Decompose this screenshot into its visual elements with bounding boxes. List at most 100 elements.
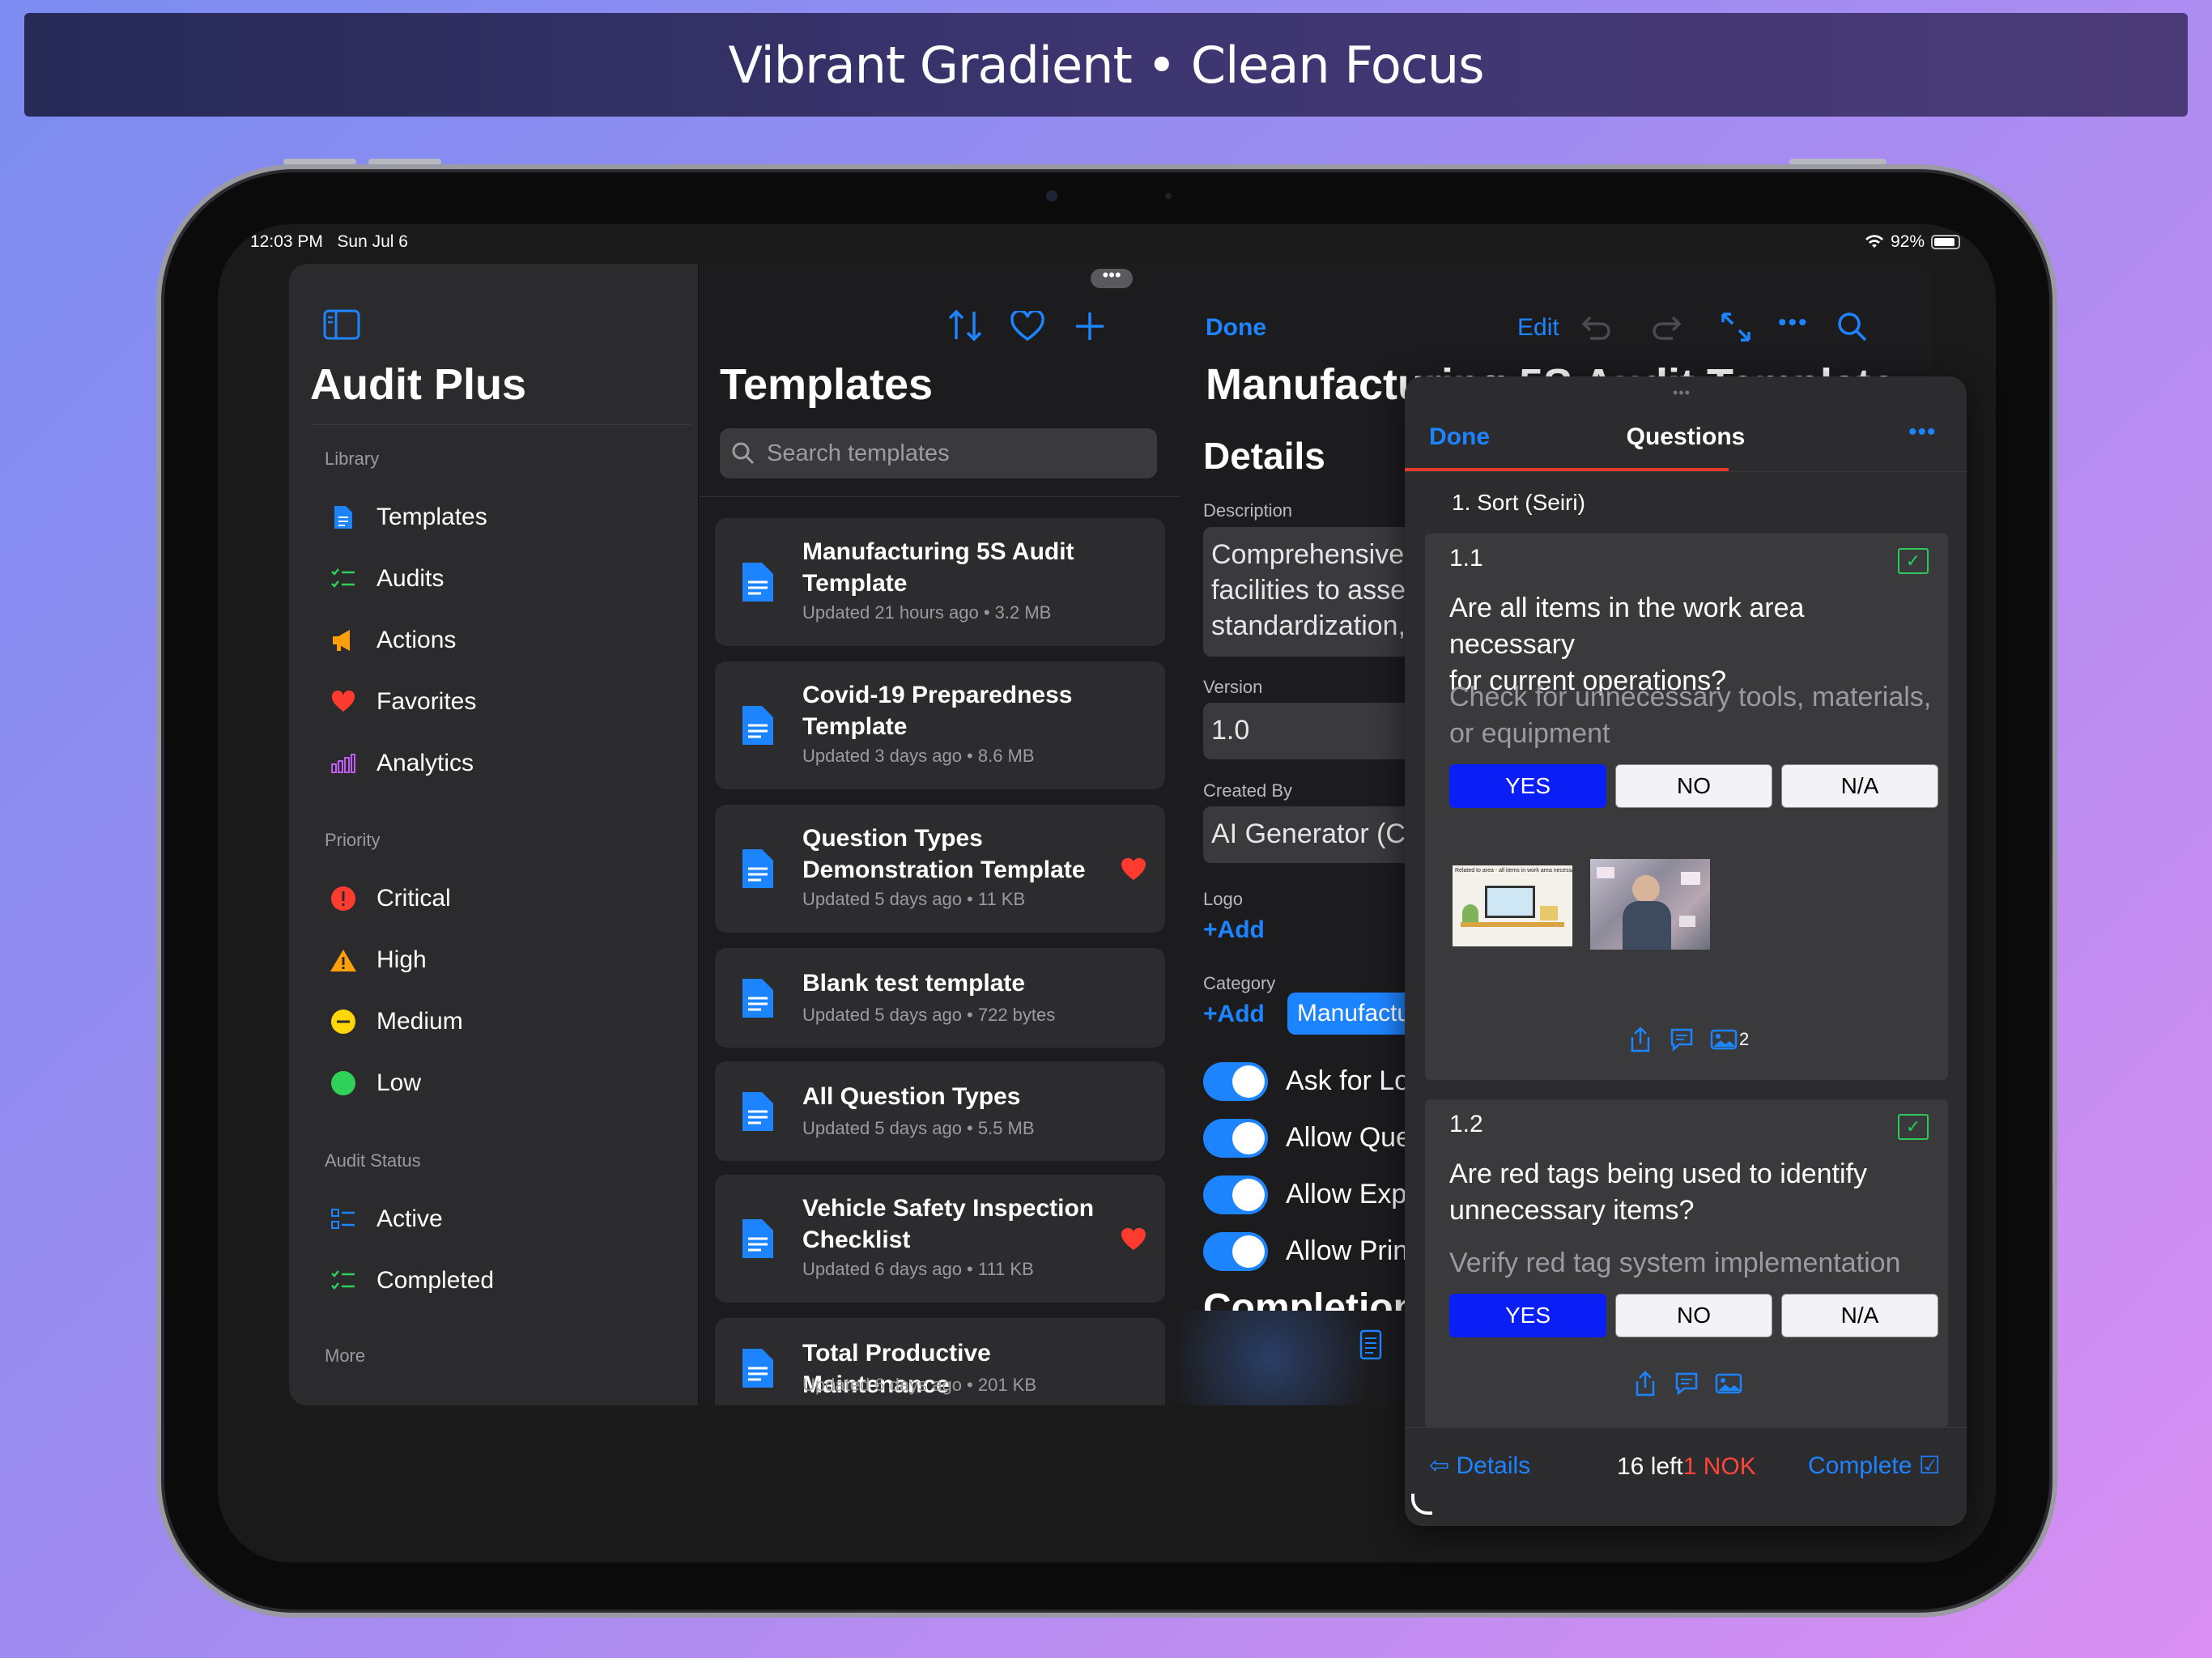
checklist-icon [331,568,355,588]
sidebar-item-critical[interactable]: Critical [330,874,670,923]
sidebar-item-completed[interactable]: Completed [330,1256,670,1305]
photo-icon[interactable] [1710,1028,1738,1051]
attached-photo-diagram[interactable]: Related to area - all items in work area… [1453,865,1572,946]
app-title: Audit Plus [310,360,526,409]
toggle-switch[interactable] [1203,1232,1268,1271]
divider [310,424,691,425]
sidebar-item-high[interactable]: High [330,936,670,984]
more-handle[interactable]: ••• [1091,266,1133,288]
expand-icon[interactable] [1720,311,1752,343]
redo-icon[interactable] [1652,312,1684,342]
toggle-label: Allow Que [1286,1122,1411,1153]
wifi-icon [1865,235,1883,248]
search-icon[interactable] [1836,311,1869,343]
checkbox-checked-icon[interactable]: ✓ [1898,1114,1929,1140]
answer-no-button[interactable]: NO [1615,1294,1772,1337]
hint-line: Check for unnecessary tools, materials, [1449,682,1932,712]
template-card[interactable]: All Question Types Updated 5 days ago • … [715,1061,1165,1161]
answer-na-button[interactable]: N/A [1781,1294,1938,1337]
undo-icon[interactable] [1579,312,1611,342]
search-icon [732,442,755,465]
answer-yes-button[interactable]: YES [1449,764,1606,808]
answer-yes-button[interactable]: YES [1449,1294,1606,1337]
panel-grabber[interactable]: ••• [1673,385,1691,402]
question-card[interactable]: 1.1 ✓ Are all items in the work area nec… [1425,534,1948,1080]
notes-icon[interactable] [1359,1329,1383,1361]
battery-percent: 92% [1890,232,1925,251]
answer-no-button[interactable]: NO [1615,764,1772,808]
resize-handle[interactable] [1411,1494,1432,1515]
answer-na-button[interactable]: N/A [1781,764,1938,808]
share-icon[interactable] [1629,1026,1652,1053]
sidebar-item-templates[interactable]: Templates [330,493,670,542]
logo-label: Logo [1203,889,1243,909]
search-input[interactable]: Search templates [720,428,1157,478]
question-hint: Verify red tag system implementation [1449,1245,1935,1282]
sidebar-item-medium[interactable]: Medium [330,997,670,1046]
question-number: 1.2 [1449,1111,1483,1137]
divider [1405,1427,1967,1428]
nok-count: 1 NOK [1682,1453,1756,1480]
template-card[interactable]: Covid-19 Preparedness Template Updated 3… [715,661,1165,789]
edit-button[interactable]: Edit [1517,314,1559,342]
toggle-switch[interactable] [1203,1175,1268,1214]
front-camera [1046,190,1057,202]
template-card[interactable]: Blank test template Updated 5 days ago •… [715,948,1165,1048]
question-number: 1.1 [1449,545,1483,572]
template-card[interactable]: Question Types Demonstration Template Up… [715,805,1165,933]
checklist-icon [331,1270,355,1290]
heart-outline-icon[interactable] [1010,311,1045,342]
toggle-switch[interactable] [1203,1119,1268,1158]
sidebar-item-label: Templates [376,504,487,530]
section-details: Details [1203,435,1325,477]
share-icon[interactable] [1634,1370,1657,1397]
version-label: Version [1203,677,1263,697]
question-card[interactable]: 1.2 ✓ Are red tags being used to identif… [1425,1099,1948,1427]
add-category-button[interactable]: +Add [1203,1001,1265,1028]
more-icon[interactable]: ••• [1908,419,1937,446]
question-line: Are all items in the work area necessary [1449,593,1805,660]
questions-panel: ••• Done Questions ••• 1. Sort (Seiri) 1… [1405,376,1967,1526]
sidebar-item-active[interactable]: Active [330,1195,670,1244]
template-card[interactable]: Manufacturing 5S Audit Template Updated … [715,518,1165,646]
sort-icon[interactable] [946,308,985,342]
add-logo-button[interactable]: +Add [1203,916,1265,944]
favorite-heart-icon[interactable] [1120,856,1147,882]
comment-icon[interactable] [1674,1371,1699,1396]
plus-icon[interactable] [1074,311,1105,342]
complete-button[interactable]: Complete ☑ [1808,1452,1941,1480]
template-card[interactable]: Vehicle Safety Inspection Checklist Upda… [715,1175,1165,1303]
battery-icon [1931,235,1960,249]
template-title: Question Types Demonstration Template [802,825,1086,883]
comment-icon[interactable] [1670,1027,1694,1052]
checkbox-checked-icon[interactable]: ✓ [1898,548,1929,574]
template-meta: Updated 5 days ago • 11 KB [802,889,1026,909]
template-title: Blank test template [802,970,1026,997]
photo-icon[interactable] [1715,1372,1742,1395]
more-icon[interactable]: ••• [1778,309,1809,337]
sidebar-toggle-icon[interactable] [323,309,360,340]
toggle-label: Ask for Lo [1286,1065,1410,1096]
toggle-label: Allow Prin [1286,1235,1409,1266]
sidebar-item-analytics[interactable]: Analytics [330,739,670,788]
sidebar-item-label: Medium [376,1008,463,1035]
template-card[interactable]: Total Productive Maintenance Updated 6 d… [715,1318,1165,1405]
search-placeholder: Search templates [767,440,950,466]
document-icon [742,1219,773,1258]
sidebar-item-low[interactable]: Low [330,1059,670,1107]
sidebar-item-label: Favorites [376,688,477,715]
sidebar-item-audits[interactable]: Audits [330,555,670,603]
attached-photo[interactable] [1590,859,1710,950]
sidebar-item-actions[interactable]: Actions [330,616,670,665]
toggle-switch[interactable] [1203,1062,1268,1101]
bar-chart-icon [331,754,355,773]
description-line: standardization, [1211,610,1406,641]
favorite-heart-icon[interactable] [1120,1226,1147,1252]
status-right: 92% [1865,232,1960,252]
sidebar-item-favorites[interactable]: Favorites [330,678,670,726]
details-back-button[interactable]: ⇦ Details [1429,1452,1530,1480]
divider [699,496,1180,497]
done-button[interactable]: Done [1206,314,1266,342]
banner-title: Vibrant Gradient • Clean Focus [24,13,2188,117]
progress-summary: 16 left1 NOK [1617,1453,1756,1481]
